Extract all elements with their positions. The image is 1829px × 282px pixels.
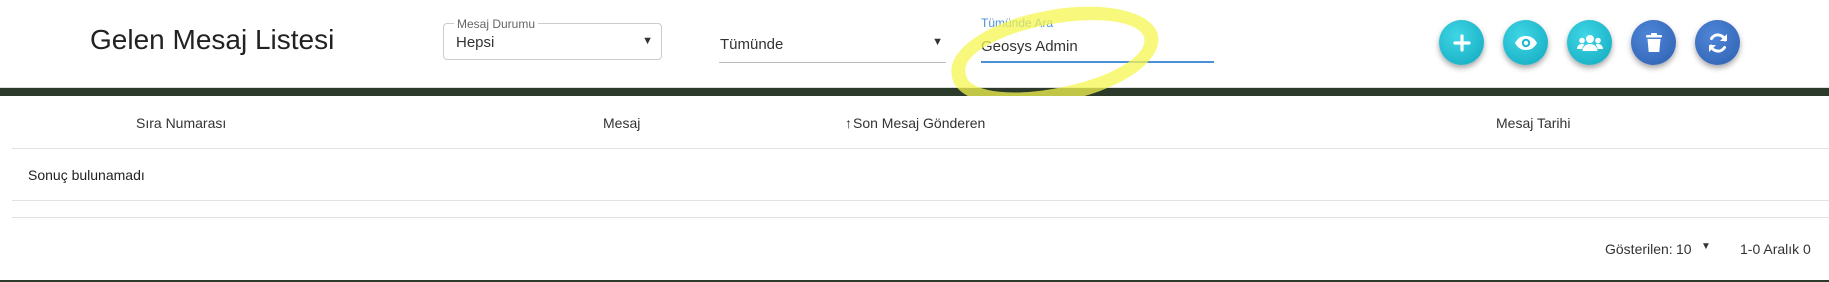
message-status-value: Hepsi — [456, 34, 495, 51]
chevron-down-icon: ▼ — [932, 36, 943, 48]
add-button[interactable] — [1439, 20, 1484, 65]
search-field: Tümünde Ara — [981, 16, 1214, 63]
search-scope-value: Tümünde — [720, 36, 784, 53]
sort-ascending-icon: ↑ — [845, 115, 852, 131]
eye-icon — [1514, 35, 1537, 50]
column-header-message[interactable]: Mesaj — [603, 115, 640, 131]
page: { "header": { "title": "Gelen Mesaj List… — [0, 0, 1829, 282]
column-header-sequence[interactable]: Sıra Numarası — [136, 115, 226, 131]
chevron-down-icon[interactable]: ▼ — [1701, 241, 1711, 252]
users-icon — [1576, 34, 1603, 51]
row-divider — [12, 200, 1829, 201]
footer-divider — [12, 217, 1829, 218]
search-label: Tümünde Ara — [981, 16, 1054, 30]
message-status-label: Mesaj Durumu — [454, 17, 539, 31]
search-scope-select[interactable]: Tümünde ▼ — [719, 30, 946, 63]
rows-per-page-value[interactable]: 10 — [1676, 241, 1692, 257]
chevron-down-icon: ▼ — [642, 35, 653, 47]
users-button[interactable] — [1567, 20, 1612, 65]
column-header-last-sender[interactable]: ↑Son Mesaj Gönderen — [845, 115, 985, 131]
message-status-select[interactable]: Mesaj Durumu Hepsi ▼ — [443, 17, 662, 60]
page-title: Gelen Mesaj Listesi — [90, 24, 335, 55]
plus-icon — [1452, 33, 1471, 52]
pagination-range: 1-0 Aralık 0 — [1740, 241, 1811, 257]
rows-per-page-label: Gösterilen: — [1605, 241, 1673, 257]
refresh-icon — [1708, 32, 1727, 53]
column-header-last-sender-label: Son Mesaj Gönderen — [853, 115, 986, 131]
search-input[interactable] — [981, 34, 1211, 58]
delete-button[interactable] — [1631, 20, 1676, 65]
empty-results-text: Sonuç bulunamadı — [28, 167, 145, 183]
results-panel: Sıra Numarası Mesaj ↑Son Mesaj Gönderen … — [0, 96, 1829, 280]
refresh-button[interactable] — [1695, 20, 1740, 65]
header-divider — [12, 148, 1829, 149]
toolbar: Gelen Mesaj Listesi Mesaj Durumu Hepsi ▼… — [0, 0, 1829, 120]
column-header-message-date[interactable]: Mesaj Tarihi — [1496, 115, 1570, 131]
trash-icon — [1645, 32, 1662, 52]
view-button[interactable] — [1503, 20, 1548, 65]
